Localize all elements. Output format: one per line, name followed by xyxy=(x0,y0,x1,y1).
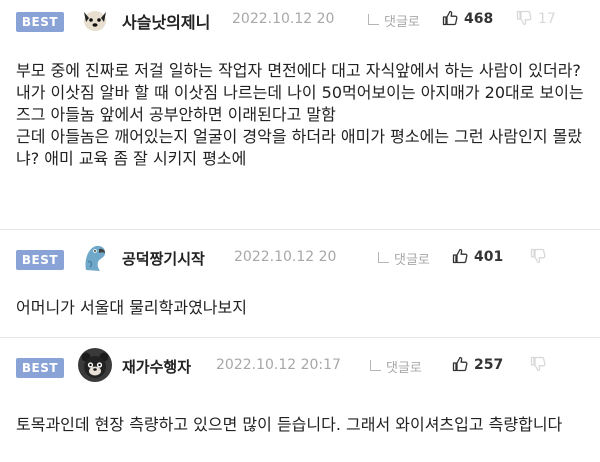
bear-avatar-icon xyxy=(78,348,112,382)
nickname[interactable]: 공덕짱기시작 xyxy=(122,248,205,269)
thumbs-down-icon xyxy=(530,248,546,264)
comment-text: 부모 중에 진짜로 저걸 일하는 작업자 면전에다 대고 자식앞에서 하는 사람… xyxy=(16,61,584,168)
comment: BEST 공덕짱기시작 2022.10.12 20 댓글로 401 어머니가 서… xyxy=(0,229,600,337)
avatar[interactable] xyxy=(78,240,112,274)
like-button[interactable]: 257 xyxy=(452,356,503,373)
comment-meta: BEST 재가수행자 2022.10.12 20:17 댓글로 257 xyxy=(0,346,600,386)
reply-button[interactable]: 댓글로 xyxy=(378,249,430,268)
nickname[interactable]: 사슬낫의제니 xyxy=(122,9,210,33)
like-count: 257 xyxy=(474,357,504,373)
comment-meta: BEST 공덕짱기시작 2022.10.12 20 댓글로 401 xyxy=(0,238,600,278)
dislike-count: 17 xyxy=(538,11,556,27)
like-count: 401 xyxy=(474,249,504,265)
thumbs-down-icon xyxy=(516,10,532,26)
reply-arrow-icon xyxy=(370,360,381,371)
reply-arrow-icon xyxy=(378,252,389,263)
reply-arrow-icon xyxy=(368,14,379,25)
reply-button[interactable]: 댓글로 xyxy=(370,357,422,376)
comment: BEST 사슬낫의제니 2022.10.12 20 댓글로 468 17 부모 … xyxy=(0,0,600,229)
timestamp: 2022.10.12 20 xyxy=(232,11,335,27)
reply-label: 댓글로 xyxy=(386,361,422,376)
avatar[interactable] xyxy=(78,348,112,382)
thumbs-up-icon xyxy=(442,10,458,26)
comment-meta: BEST 사슬낫의제니 2022.10.12 20 댓글로 468 17 xyxy=(0,0,600,40)
comment-text: 어머니가 서울대 물리학과였나보지 xyxy=(16,298,247,317)
thumbs-up-icon xyxy=(452,248,468,264)
best-badge: BEST xyxy=(16,12,64,32)
dislike-button[interactable]: 17 xyxy=(516,10,556,27)
thumbs-down-icon xyxy=(530,356,546,372)
best-badge: BEST xyxy=(16,250,64,270)
like-button[interactable]: 468 xyxy=(442,10,493,27)
comment: BEST 재가수행자 2022.10.12 20:17 댓글로 257 토목과인… xyxy=(0,337,600,462)
dog-avatar-icon xyxy=(78,2,112,36)
like-button[interactable]: 401 xyxy=(452,248,503,265)
thumbs-up-icon xyxy=(452,356,468,372)
like-count: 468 xyxy=(464,11,494,27)
comment-text: 토목과인데 현장 측량하고 있으면 많이 듣습니다. 그래서 와이셔츠입고 측량… xyxy=(16,415,563,434)
dislike-button[interactable] xyxy=(530,356,552,373)
parrot-avatar-icon xyxy=(78,240,112,274)
reply-label: 댓글로 xyxy=(384,15,420,30)
reply-label: 댓글로 xyxy=(394,253,430,268)
reply-button[interactable]: 댓글로 xyxy=(368,11,420,30)
avatar[interactable] xyxy=(78,2,112,36)
timestamp: 2022.10.12 20:17 xyxy=(216,357,341,373)
timestamp: 2022.10.12 20 xyxy=(234,249,337,265)
best-badge: BEST xyxy=(16,358,64,378)
nickname[interactable]: 재가수행자 xyxy=(122,356,191,377)
dislike-button[interactable] xyxy=(530,248,552,265)
